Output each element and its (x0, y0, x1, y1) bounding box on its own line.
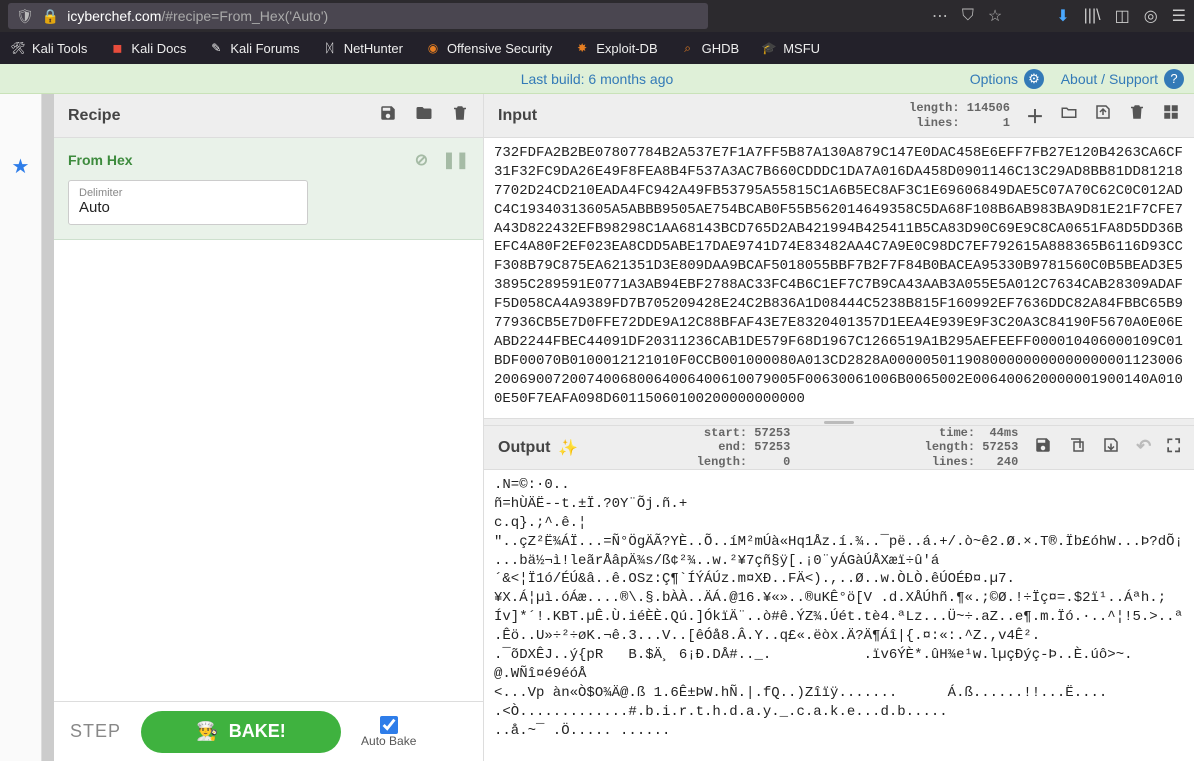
input-stats: length: 114506 lines: 1 (909, 101, 1010, 130)
auto-bake-toggle[interactable]: Auto Bake (361, 716, 416, 748)
help-icon: ? (1164, 69, 1184, 89)
bake-button[interactable]: 👨‍🍳 BAKE! (141, 711, 341, 753)
input-title: Input (498, 107, 537, 125)
move-output-icon[interactable] (1102, 436, 1120, 459)
maximize-icon[interactable]: ⛶ (1167, 436, 1180, 459)
url-bar[interactable]: 🛡 🔒 icyberchef.com/#recipe=From_Hex('Aut… (8, 3, 708, 29)
more-icon[interactable]: ⋯ (932, 6, 948, 26)
downloads-icon[interactable]: ⬇ (1056, 6, 1069, 26)
url-text: icyberchef.com/#recipe=From_Hex('Auto') (67, 8, 328, 24)
tool-icon: 🛠 (10, 40, 26, 56)
pause-op-icon[interactable]: ❚❚ (442, 150, 469, 170)
shield-icon[interactable]: 🛡 (16, 8, 34, 25)
recipe-footer: STEP 👨‍🍳 BAKE! Auto Bake (54, 701, 483, 761)
antenna-icon: ᛞ (322, 40, 338, 56)
io-panel: Input length: 114506 lines: 1 ＋ 732FDFA2… (484, 94, 1194, 761)
bookmark-msfu[interactable]: 🎓MSFU (761, 40, 820, 56)
banner: Last build: 6 months ago Options ⚙ About… (0, 64, 1194, 94)
bookmark-exploitdb[interactable]: ✸Exploit-DB (574, 40, 657, 56)
browser-chrome: 🛡 🔒 icyberchef.com/#recipe=From_Hex('Aut… (0, 0, 1194, 32)
bookmark-kali-forums[interactable]: ✎Kali Forums (208, 40, 299, 56)
search-bm-icon: ⌕ (680, 40, 696, 56)
auto-bake-label: Auto Bake (361, 734, 416, 748)
bug-icon: ✸ (574, 40, 590, 56)
favorites-star-icon[interactable]: ★ (12, 154, 30, 179)
output-textarea[interactable]: .N=©:·0.. ñ=hÙÄË--t.±Ï.?0Y¨Õj.ñ.+ c.q}.;… (484, 470, 1194, 761)
delimiter-value: Auto (79, 199, 297, 216)
load-recipe-icon[interactable] (415, 104, 433, 127)
clear-input-icon[interactable] (1128, 103, 1146, 129)
resize-gutter-left[interactable] (42, 94, 54, 761)
auto-bake-checkbox[interactable] (380, 716, 398, 734)
menu-icon[interactable]: ☰ (1172, 6, 1186, 26)
operation-name: From Hex (68, 152, 133, 168)
book-icon: ◼ (109, 40, 125, 56)
add-tab-icon[interactable]: ＋ (1026, 103, 1044, 129)
shield-bm-icon: ◉ (425, 40, 441, 56)
grad-icon: 🎓 (761, 40, 777, 56)
left-sidebar: ★ (0, 94, 42, 761)
library-icon[interactable]: |||\ (1084, 7, 1101, 25)
bookmark-ghdb[interactable]: ⌕GHDB (680, 40, 740, 56)
sidebar-icon[interactable]: ◫ (1115, 6, 1130, 26)
lock-icon[interactable]: 🔒 (42, 8, 59, 25)
options-link[interactable]: Options ⚙ (970, 69, 1044, 89)
save-recipe-icon[interactable] (379, 104, 397, 127)
clear-recipe-icon[interactable] (451, 104, 469, 127)
account-icon[interactable]: ◎ (1144, 6, 1158, 26)
recipe-header: Recipe (54, 94, 483, 138)
bake-label: BAKE! (229, 721, 286, 742)
output-header: Output ✨ start: 57253 end: 57253 length:… (484, 426, 1194, 470)
input-textarea[interactable]: 732FDFA2B2BE07807784B2A537E7F1A7FF5B87A1… (484, 138, 1194, 418)
bookmark-star-icon[interactable]: ☆ (988, 6, 1002, 26)
bookmark-nethunter[interactable]: ᛞNetHunter (322, 40, 403, 56)
undo-icon[interactable]: ↶ (1136, 436, 1151, 459)
recipe-title: Recipe (68, 107, 120, 125)
chat-icon: ✎ (208, 40, 224, 56)
delimiter-field[interactable]: Delimiter Auto (68, 180, 308, 225)
bookmark-kali-docs[interactable]: ◼Kali Docs (109, 40, 186, 56)
recipe-panel: Recipe From Hex ⊘ ❚❚ (54, 94, 484, 761)
bookmark-offsec[interactable]: ◉Offensive Security (425, 40, 552, 56)
copy-output-icon[interactable] (1068, 436, 1086, 459)
delimiter-label: Delimiter (79, 187, 297, 199)
reset-layout-icon[interactable] (1162, 103, 1180, 129)
io-splitter[interactable] (484, 418, 1194, 426)
open-folder-icon[interactable] (1060, 103, 1078, 129)
input-header: Input length: 114506 lines: 1 ＋ (484, 94, 1194, 138)
last-build-link[interactable]: Last build: 6 months ago (521, 71, 674, 87)
save-output-icon[interactable] (1034, 436, 1052, 459)
operation-from-hex[interactable]: From Hex ⊘ ❚❚ Delimiter Auto (54, 138, 483, 240)
disable-op-icon[interactable]: ⊘ (415, 150, 428, 170)
reader-shield-icon[interactable]: ⛉ (962, 7, 974, 25)
step-button[interactable]: STEP (70, 721, 121, 742)
magic-icon[interactable]: ✨ (558, 438, 578, 458)
recipe-body: From Hex ⊘ ❚❚ Delimiter Auto (54, 138, 483, 701)
output-stats-2: time: 44ms length: 57253 lines: 240 (925, 426, 1019, 469)
bookmark-kali-tools[interactable]: 🛠Kali Tools (10, 40, 87, 56)
gear-icon: ⚙ (1024, 69, 1044, 89)
output-stats-1: start: 57253 end: 57253 length: 0 (697, 426, 791, 469)
output-title: Output (498, 439, 550, 457)
chef-icon: 👨‍🍳 (196, 721, 218, 742)
open-file-icon[interactable] (1094, 103, 1112, 129)
bookmarks-bar: 🛠Kali Tools ◼Kali Docs ✎Kali Forums ᛞNet… (0, 32, 1194, 64)
about-link[interactable]: About / Support ? (1061, 69, 1184, 89)
